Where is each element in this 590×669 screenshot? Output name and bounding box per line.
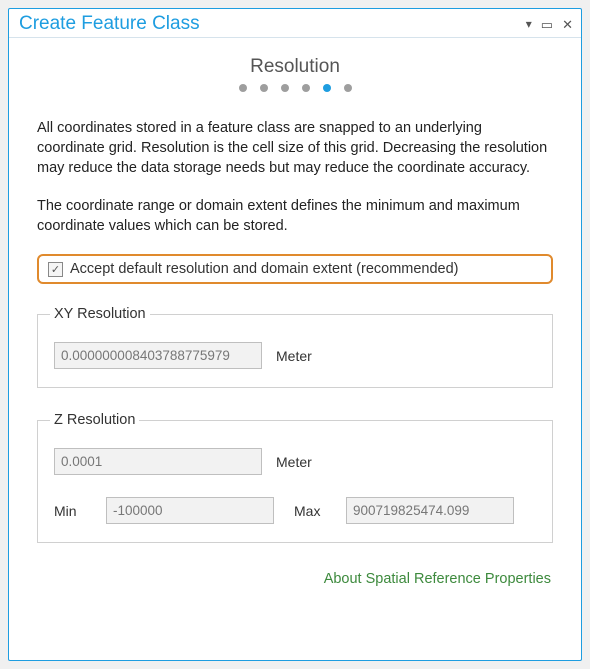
xy-resolution-group: XY Resolution Meter bbox=[37, 306, 553, 388]
step-dot[interactable] bbox=[302, 84, 310, 92]
step-dots bbox=[37, 84, 553, 92]
step-dot-active[interactable] bbox=[323, 84, 331, 92]
accept-default-label: Accept default resolution and domain ext… bbox=[70, 261, 459, 277]
content-area: Resolution All coordinates stored in a f… bbox=[9, 38, 581, 660]
xy-unit-label: Meter bbox=[276, 348, 312, 364]
step-dot[interactable] bbox=[260, 84, 268, 92]
step-dot[interactable] bbox=[239, 84, 247, 92]
step-title: Resolution bbox=[37, 56, 553, 78]
about-link[interactable]: About Spatial Reference Properties bbox=[37, 571, 553, 587]
step-dot[interactable] bbox=[281, 84, 289, 92]
window-title: Create Feature Class bbox=[19, 13, 200, 35]
xy-resolution-legend: XY Resolution bbox=[50, 306, 150, 322]
z-resolution-input[interactable] bbox=[54, 448, 262, 475]
dialog-window: Create Feature Class ▾ ▭ ✕ Resolution Al… bbox=[8, 8, 582, 661]
titlebar: Create Feature Class ▾ ▭ ✕ bbox=[9, 9, 581, 38]
close-icon[interactable]: ✕ bbox=[562, 18, 573, 31]
z-max-label: Max bbox=[294, 503, 332, 519]
xy-resolution-row: Meter bbox=[54, 342, 536, 369]
z-resolution-group: Z Resolution Meter Min Max bbox=[37, 412, 553, 543]
description-2: The coordinate range or domain extent de… bbox=[37, 196, 553, 236]
z-range-row: Min Max bbox=[54, 497, 536, 524]
z-min-label: Min bbox=[54, 503, 92, 519]
accept-default-row: Accept default resolution and domain ext… bbox=[37, 254, 553, 284]
description-1: All coordinates stored in a feature clas… bbox=[37, 118, 553, 178]
step-dot[interactable] bbox=[344, 84, 352, 92]
z-resolution-row: Meter bbox=[54, 448, 536, 475]
minimize-icon[interactable]: ▭ bbox=[541, 18, 553, 31]
z-unit-label: Meter bbox=[276, 454, 312, 470]
xy-resolution-input[interactable] bbox=[54, 342, 262, 369]
z-max-input[interactable] bbox=[346, 497, 514, 524]
z-resolution-legend: Z Resolution bbox=[50, 412, 139, 428]
accept-default-checkbox[interactable] bbox=[48, 262, 63, 277]
dropdown-icon[interactable]: ▾ bbox=[526, 18, 532, 30]
window-controls: ▾ ▭ ✕ bbox=[526, 18, 573, 31]
z-min-input[interactable] bbox=[106, 497, 274, 524]
